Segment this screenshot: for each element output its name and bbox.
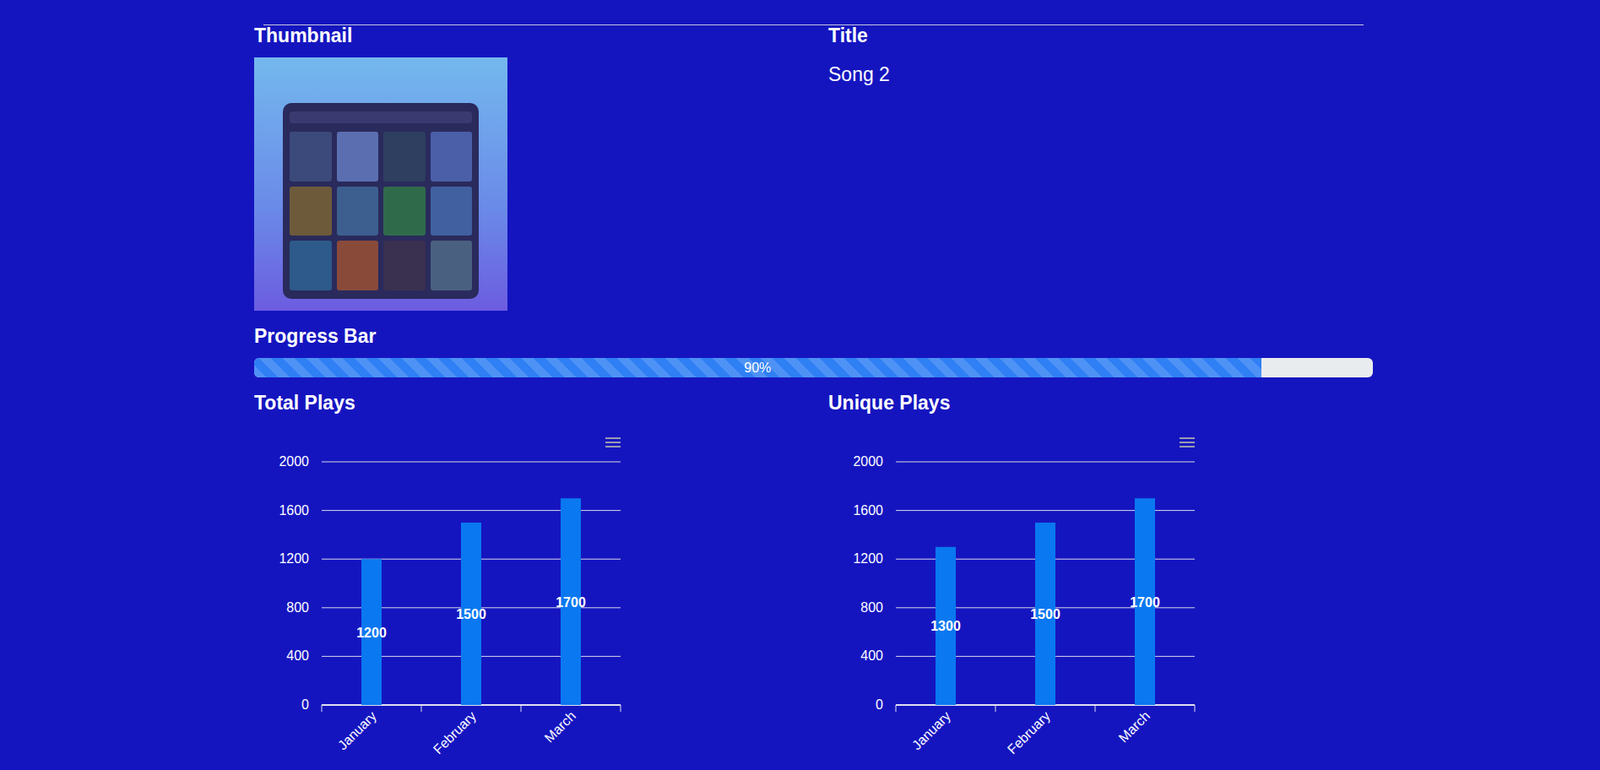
progress-bar: 90%	[254, 357, 1373, 378]
y-tick-label: 0	[875, 697, 884, 712]
thumbnail-image	[254, 57, 508, 311]
x-category-label: February	[430, 708, 479, 757]
y-tick-label: 800	[860, 600, 884, 615]
x-tick	[321, 705, 323, 712]
bar-value-label: 1700	[1129, 595, 1161, 610]
y-tick-label: 1600	[278, 503, 310, 518]
bar-value-label: 1500	[455, 607, 487, 622]
y-tick-label: 2000	[278, 454, 310, 469]
thumbnail-phone	[282, 103, 479, 299]
progress-text: 90%	[743, 360, 771, 376]
thumbnail-heading: Thumbnail	[254, 25, 829, 46]
y-tick-label: 400	[860, 648, 884, 663]
x-tick	[620, 705, 622, 712]
y-tick-label: 1600	[852, 503, 884, 518]
bar-value-label: 1700	[555, 595, 586, 610]
y-tick-label: 400	[286, 648, 310, 663]
grid-line	[321, 461, 621, 463]
x-tick	[520, 705, 522, 712]
chart-section: Total Plays 0 400 800 1200 1600 2000 1200 1500 17…	[254, 392, 829, 761]
bar-chart: 0 400 800 1200 1600 2000 1300 1500 1700 January Fe…	[828, 423, 1217, 761]
menu-icon[interactable]	[1177, 434, 1197, 451]
x-tick	[895, 705, 897, 712]
x-category-label: January	[909, 708, 954, 753]
progress-fill: 90%	[254, 357, 1262, 378]
x-category-label: January	[335, 708, 380, 753]
x-tick	[1194, 705, 1196, 712]
grid-line	[895, 461, 1195, 463]
y-tick-label: 0	[301, 697, 310, 712]
top-divider	[263, 24, 1364, 26]
bar-value-label: 1200	[356, 625, 387, 640]
chart-section: Unique Plays 0 400 800 1200 1600 2000 1300 1500 1…	[828, 392, 1373, 761]
chart-heading: Unique Plays	[828, 392, 1373, 413]
x-category-label: March	[542, 708, 579, 745]
x-tick	[1095, 705, 1096, 712]
y-tick-label: 1200	[278, 551, 310, 566]
menu-icon[interactable]	[603, 434, 623, 451]
x-category-label: February	[1004, 708, 1053, 757]
chart-heading: Total Plays	[254, 392, 829, 413]
x-category-label: March	[1116, 708, 1153, 745]
y-tick-label: 2000	[852, 454, 884, 469]
y-tick-label: 1200	[852, 551, 884, 566]
bar-value-label: 1300	[930, 618, 961, 634]
thumbnail-section: Thumbnail	[254, 25, 829, 311]
bar-chart: 0 400 800 1200 1600 2000 1200 1500 1700 January Fe…	[254, 423, 643, 761]
x-tick	[995, 705, 997, 712]
page: ThumbnailTitle Song 2 Progress Bar 90% Total…	[254, 0, 1373, 761]
title-value: Song 2	[828, 64, 1373, 85]
bar-value-label: 1500	[1030, 607, 1061, 622]
title-heading: Title	[828, 25, 1373, 46]
y-tick-label: 800	[286, 600, 310, 615]
progress-heading: Progress Bar	[254, 325, 1373, 347]
x-tick	[421, 705, 423, 712]
progress-section: Progress Bar 90%	[254, 325, 1373, 378]
title-section: Title Song 2	[828, 25, 1373, 311]
